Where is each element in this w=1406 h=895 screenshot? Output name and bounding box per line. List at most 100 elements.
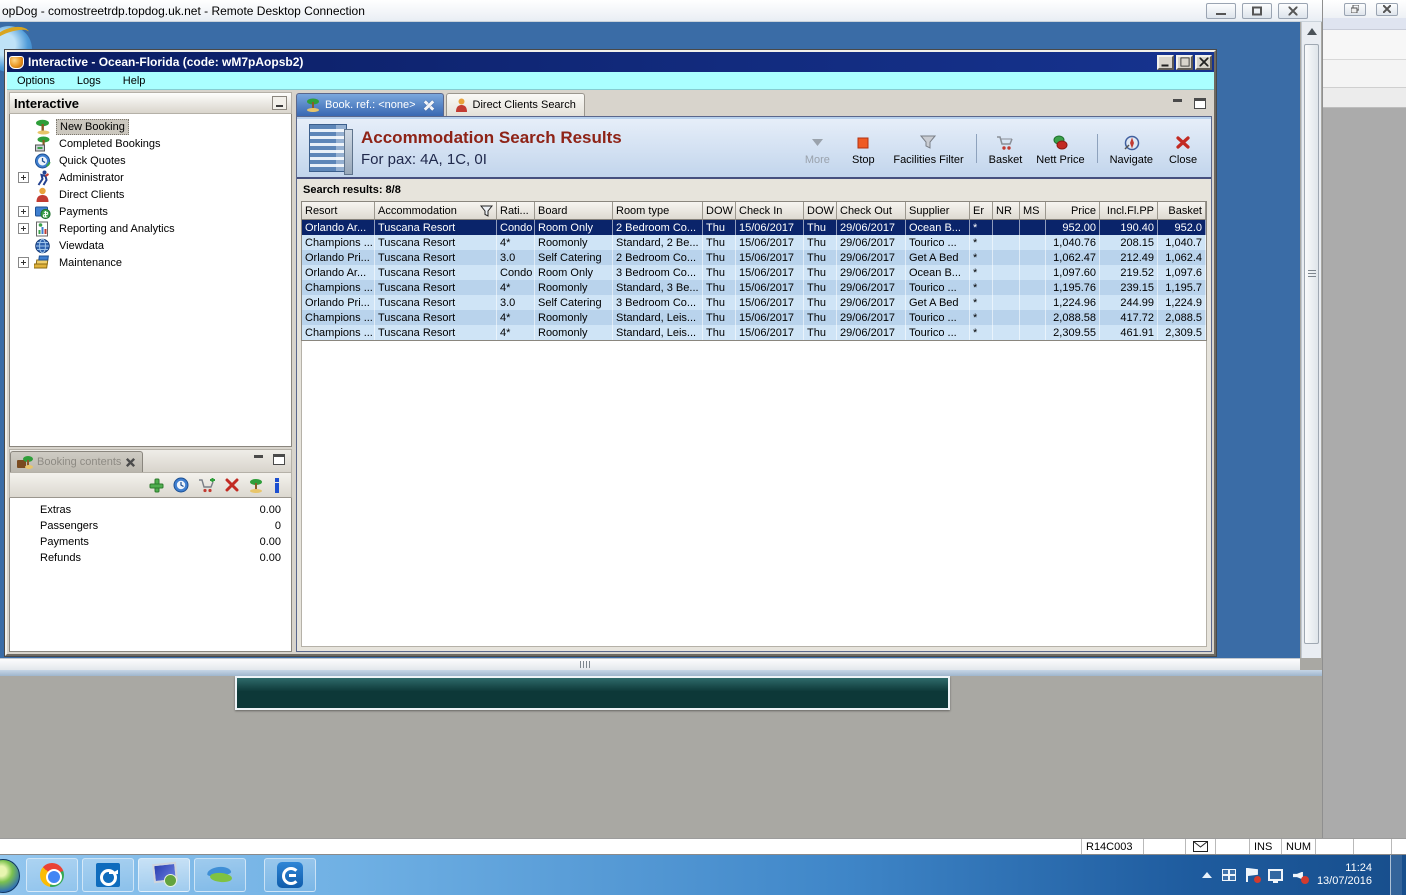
close-button[interactable]: Close bbox=[1161, 130, 1205, 167]
column-header[interactable]: Incl.Fl.PP bbox=[1100, 202, 1158, 220]
sidebar-item-payments[interactable]: Payments bbox=[10, 203, 291, 220]
table-row[interactable]: Orlando Pri... Tuscana Resort 3.0 Self Cate… bbox=[302, 295, 1206, 310]
table-cell[interactable]: Thu bbox=[703, 280, 736, 295]
table-cell[interactable]: 1,195.7 bbox=[1158, 280, 1206, 295]
table-cell[interactable]: 3 Bedroom Co... bbox=[613, 295, 703, 310]
table-cell[interactable] bbox=[1020, 220, 1046, 235]
cart-add-icon[interactable] bbox=[198, 477, 216, 493]
table-cell[interactable]: Tuscana Resort bbox=[375, 250, 497, 265]
table-cell[interactable]: Room Only bbox=[535, 265, 613, 280]
table-cell[interactable]: 417.72 bbox=[1100, 310, 1158, 325]
table-cell[interactable]: Thu bbox=[703, 250, 736, 265]
table-cell[interactable]: Orlando Ar... bbox=[302, 265, 375, 280]
table-cell[interactable]: 29/06/2017 bbox=[837, 235, 906, 250]
table-row[interactable]: Orlando Ar... Tuscana Resort Condo Room Onl… bbox=[302, 220, 1206, 235]
table-cell[interactable]: Champions ... bbox=[302, 325, 375, 340]
table-cell[interactable]: 1,040.7 bbox=[1158, 235, 1206, 250]
table-cell[interactable]: Get A Bed bbox=[906, 250, 970, 265]
menu-options[interactable]: Options bbox=[17, 75, 55, 87]
filter-funnel-icon[interactable] bbox=[480, 205, 493, 217]
table-cell[interactable]: 212.49 bbox=[1100, 250, 1158, 265]
table-cell[interactable]: 15/06/2017 bbox=[736, 310, 804, 325]
table-cell[interactable]: 4* bbox=[497, 235, 535, 250]
table-cell[interactable] bbox=[1020, 325, 1046, 340]
sidebar-item-direct-clients[interactable]: Direct Clients bbox=[10, 186, 291, 203]
column-header[interactable]: DOW bbox=[804, 202, 837, 220]
column-header[interactable]: NR bbox=[993, 202, 1020, 220]
table-cell[interactable]: 952.0 bbox=[1158, 220, 1206, 235]
table-cell[interactable]: 15/06/2017 bbox=[736, 325, 804, 340]
table-row[interactable]: Champions ... Tuscana Resort 4* Roomonly Sta… bbox=[302, 280, 1206, 295]
table-cell[interactable] bbox=[1020, 265, 1046, 280]
column-header[interactable]: Board bbox=[535, 202, 613, 220]
stop-button[interactable]: Stop bbox=[841, 130, 885, 167]
table-cell[interactable] bbox=[993, 265, 1020, 280]
minimize-icon[interactable] bbox=[1157, 54, 1174, 70]
hidden-icons-arrow[interactable] bbox=[1201, 872, 1212, 878]
table-cell[interactable]: 1,040.76 bbox=[1046, 235, 1100, 250]
column-header[interactable]: Check In bbox=[736, 202, 804, 220]
table-cell[interactable]: 4* bbox=[497, 325, 535, 340]
facilities-filter-button[interactable]: Facilities Filter bbox=[887, 130, 969, 167]
table-cell[interactable]: Tourico ... bbox=[906, 325, 970, 340]
nett-price-button[interactable]: Nett Price bbox=[1030, 130, 1090, 167]
table-cell[interactable]: Thu bbox=[703, 220, 736, 235]
taskbar-chrome-button[interactable] bbox=[26, 858, 78, 892]
table-cell[interactable]: Thu bbox=[703, 235, 736, 250]
table-cell[interactable]: Ocean B... bbox=[906, 220, 970, 235]
tab-booking-contents[interactable]: Booking contents bbox=[10, 451, 144, 472]
table-cell[interactable]: 1,195.76 bbox=[1046, 280, 1100, 295]
maximize-panel-icon[interactable] bbox=[273, 454, 285, 465]
sidebar-item-quick-quotes[interactable]: Quick Quotes bbox=[10, 152, 291, 169]
table-cell[interactable]: Tuscana Resort bbox=[375, 220, 497, 235]
column-header[interactable]: Price bbox=[1046, 202, 1100, 220]
horizontal-scrollbar[interactable] bbox=[0, 658, 1300, 670]
table-cell[interactable] bbox=[1020, 310, 1046, 325]
taskbar-g-app-button[interactable] bbox=[264, 858, 316, 892]
navigate-button[interactable]: Navigate bbox=[1104, 130, 1159, 167]
table-cell[interactable]: 461.91 bbox=[1100, 325, 1158, 340]
close-icon[interactable] bbox=[1376, 2, 1398, 16]
table-cell[interactable] bbox=[1020, 250, 1046, 265]
sidebar-item-reporting-and-analytics[interactable]: Reporting and Analytics bbox=[10, 220, 291, 237]
table-cell[interactable]: Roomonly bbox=[535, 325, 613, 340]
table-cell[interactable]: 2,088.58 bbox=[1046, 310, 1100, 325]
table-cell[interactable]: 2,309.55 bbox=[1046, 325, 1100, 340]
vertical-scrollbar[interactable] bbox=[1301, 22, 1321, 658]
table-cell[interactable]: 15/06/2017 bbox=[736, 235, 804, 250]
expand-icon[interactable] bbox=[18, 206, 29, 217]
table-cell[interactable]: Tuscana Resort bbox=[375, 235, 497, 250]
table-cell[interactable]: 29/06/2017 bbox=[837, 250, 906, 265]
scroll-up-icon[interactable] bbox=[1307, 28, 1317, 35]
table-cell[interactable]: 2 Bedroom Co... bbox=[613, 220, 703, 235]
sidebar-item-completed-bookings[interactable]: Completed Bookings bbox=[10, 135, 291, 152]
taskbar-map-app-button[interactable] bbox=[194, 858, 246, 892]
column-header[interactable]: Supplier bbox=[906, 202, 970, 220]
table-cell[interactable]: 29/06/2017 bbox=[837, 310, 906, 325]
sidebar-item-administrator[interactable]: Administrator bbox=[10, 169, 291, 186]
close-icon[interactable] bbox=[1195, 54, 1212, 70]
column-header[interactable]: Rati... bbox=[497, 202, 535, 220]
table-cell[interactable]: 1,097.6 bbox=[1158, 265, 1206, 280]
minimize-panel-icon[interactable] bbox=[253, 454, 265, 464]
restore-icon[interactable] bbox=[1344, 2, 1366, 16]
table-cell[interactable]: Thu bbox=[703, 295, 736, 310]
table-cell[interactable]: Thu bbox=[804, 220, 837, 235]
taskbar-remote-desktop-button[interactable] bbox=[138, 858, 190, 892]
maximize-panel-icon[interactable] bbox=[1194, 98, 1206, 109]
table-cell[interactable]: 244.99 bbox=[1100, 295, 1158, 310]
table-cell[interactable]: Thu bbox=[703, 265, 736, 280]
column-header[interactable]: DOW bbox=[703, 202, 736, 220]
window-grid-icon[interactable] bbox=[1221, 869, 1236, 881]
column-header[interactable]: Basket bbox=[1158, 202, 1206, 220]
menu-logs[interactable]: Logs bbox=[77, 75, 101, 87]
table-cell[interactable]: 2,088.5 bbox=[1158, 310, 1206, 325]
table-cell[interactable]: 239.15 bbox=[1100, 280, 1158, 295]
table-cell[interactable]: Roomonly bbox=[535, 280, 613, 295]
table-cell[interactable]: Standard, 2 Be... bbox=[613, 235, 703, 250]
maximize-icon[interactable] bbox=[1242, 2, 1272, 19]
booking-contents-row-payments[interactable]: Payments 0.00 bbox=[10, 534, 291, 550]
table-row[interactable]: Orlando Pri... Tuscana Resort 3.0 Self Cate… bbox=[302, 250, 1206, 265]
booking-contents-row-refunds[interactable]: Refunds 0.00 bbox=[10, 550, 291, 566]
start-button[interactable] bbox=[0, 859, 20, 893]
